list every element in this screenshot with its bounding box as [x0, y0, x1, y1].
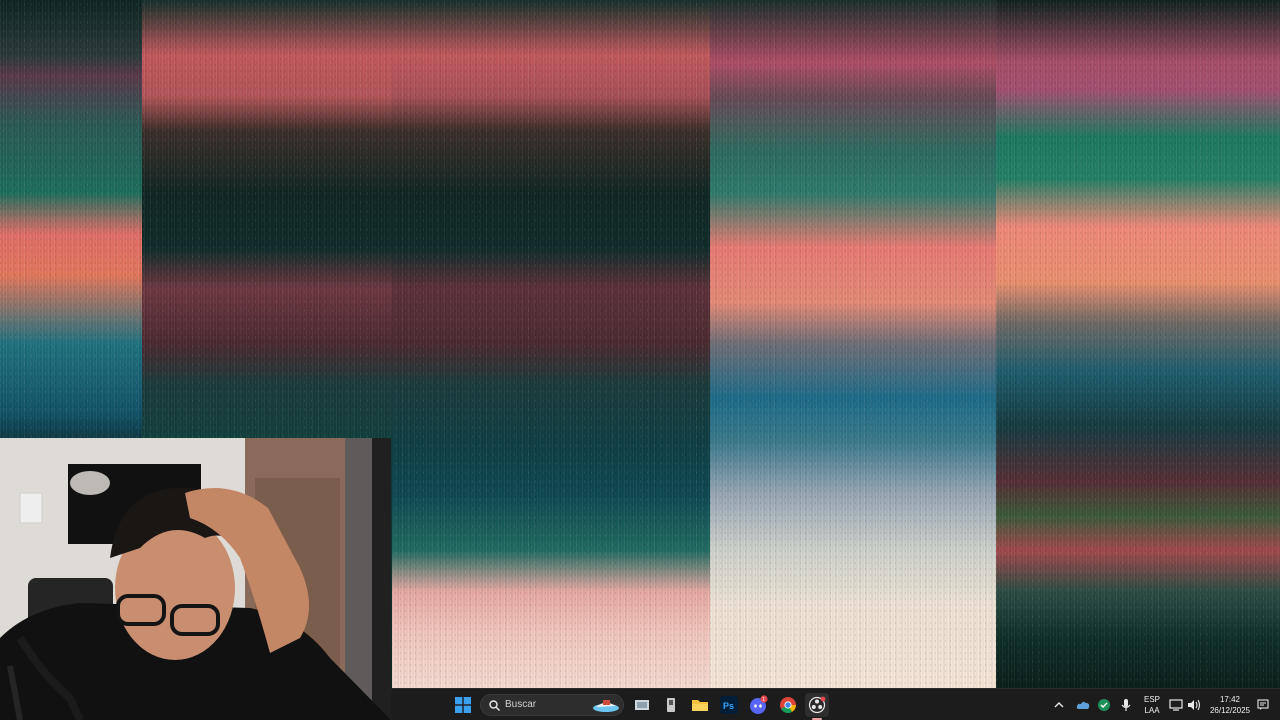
taskbar-search-box[interactable]: Buscar [480, 694, 624, 716]
clock[interactable]: 17:42 26/12/2025 [1206, 694, 1254, 716]
chevron-up-icon[interactable] [1051, 693, 1067, 717]
clock-date: 26/12/2025 [1209, 706, 1251, 715]
clock-time: 17:42 [1219, 695, 1241, 704]
search-placeholder: Buscar [505, 699, 537, 710]
search-icon [489, 700, 500, 711]
language-line-2: LAA [1144, 706, 1160, 715]
file-explorer-icon[interactable] [688, 693, 712, 717]
microphone-icon[interactable] [1117, 693, 1135, 717]
photoshop-icon[interactable]: Ps [717, 693, 741, 717]
obs-icon[interactable] [805, 693, 829, 720]
taskbar-app-icon[interactable] [659, 693, 683, 717]
task-view-icon[interactable] [630, 693, 654, 717]
taskbar: Buscar Ps 1 ESP LAA 17:42 26/12/2025 [391, 688, 1280, 720]
notification-icon[interactable] [1254, 693, 1272, 717]
language-line-1: ESP [1143, 695, 1160, 704]
windows-start-icon[interactable] [451, 693, 475, 717]
discord-badge: 1 [762, 697, 765, 703]
webcam-scene [0, 438, 391, 720]
discord-icon[interactable]: 1 [747, 693, 771, 717]
webcam-overlay [0, 438, 391, 720]
onedrive-icon[interactable] [1074, 693, 1092, 717]
network-icon[interactable] [1167, 693, 1185, 717]
volume-icon[interactable] [1185, 693, 1203, 717]
chrome-icon[interactable] [776, 693, 800, 717]
svg-text:Ps: Ps [723, 701, 734, 711]
security-icon[interactable] [1095, 693, 1113, 717]
search-highlight-icon [593, 700, 619, 712]
language-indicator[interactable]: ESP LAA [1141, 694, 1163, 716]
